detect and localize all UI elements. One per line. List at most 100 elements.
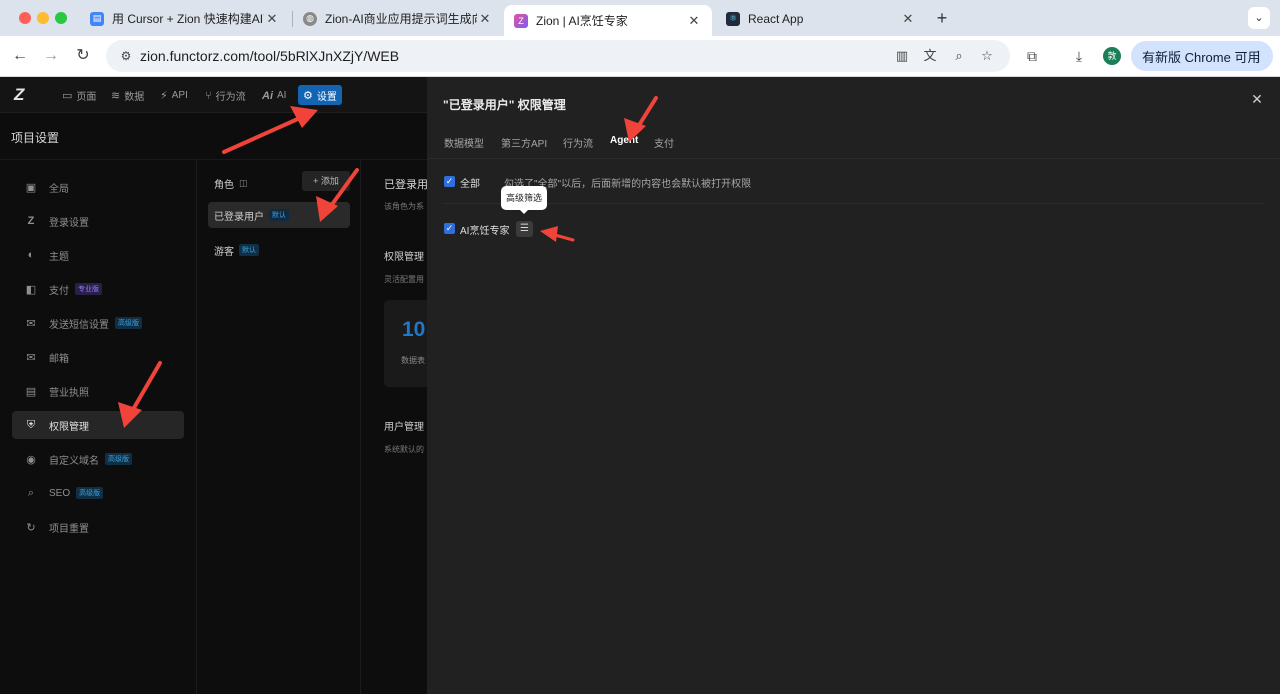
globe-icon: ◍	[303, 11, 317, 26]
stat-card[interactable]: 10 数据表	[384, 300, 427, 387]
zion-logo-icon[interactable]: Z	[14, 86, 33, 104]
browser-toolbar: ← → ↻ ⚙ zion.functorz.com/tool/5bRlXJnXZ…	[0, 36, 1280, 77]
tab-data-model[interactable]: 数据模型	[444, 135, 484, 150]
sidebar-item-login[interactable]: Z 登录设置	[12, 207, 184, 235]
extensions-icon[interactable]: ⧉	[1023, 47, 1041, 65]
reload-icon[interactable]: ↻	[73, 46, 93, 66]
back-icon[interactable]: ←	[10, 46, 30, 66]
domain-icon: ◉	[26, 453, 36, 466]
default-badge: 默认	[239, 244, 259, 256]
flow-icon: ⑂	[205, 89, 212, 102]
download-icon[interactable]: ⤓	[1070, 47, 1088, 65]
url-text[interactable]: zion.functorz.com/tool/5bRlXJnXZjY/WEB	[140, 48, 399, 64]
site-settings-icon[interactable]: ⚙	[118, 48, 134, 64]
nav-settings[interactable]: ⚙ 设置	[298, 85, 342, 105]
sidebar-item-theme[interactable]: ◐ 主题	[12, 241, 184, 269]
all-label: 全部	[460, 179, 480, 190]
window-minimize-button[interactable]	[37, 12, 49, 24]
new-tab-button[interactable]: +	[932, 8, 952, 29]
all-checkbox[interactable]: ✓	[444, 176, 455, 187]
close-icon[interactable]: ✕	[1250, 92, 1264, 106]
login-icon: Z	[27, 215, 35, 227]
more-menu-icon[interactable]: ⋮	[1252, 48, 1265, 64]
forward-icon[interactable]: →	[41, 46, 61, 66]
chrome-update-button[interactable]: 有新版 Chrome 可用 ⋮	[1131, 41, 1273, 71]
filter-icon[interactable]: ☰	[516, 221, 533, 237]
stat-value: 10	[402, 318, 426, 341]
window-close-button[interactable]	[19, 12, 31, 24]
mail-icon: ✉	[26, 351, 36, 364]
close-icon[interactable]: ✕	[900, 11, 916, 27]
sidebar-item-license[interactable]: ▤ 营业执照	[12, 377, 184, 405]
sms-icon: ✉	[26, 317, 36, 330]
permission-section-title: 权限管理	[384, 252, 424, 263]
search-icon: ⌕	[27, 486, 35, 499]
plan-badge: 高级版	[115, 317, 142, 329]
tab-payment[interactable]: 支付	[654, 135, 674, 150]
clipboard-icon[interactable]: ▥	[894, 48, 910, 64]
sidebar-item-global[interactable]: ▣ 全局	[12, 173, 184, 201]
nav-flow[interactable]: ⑂ 行为流	[205, 87, 246, 104]
list-divider	[443, 203, 1264, 204]
agent-checkbox[interactable]: ✓	[444, 223, 455, 234]
tab-agent[interactable]: Agent	[610, 135, 638, 146]
image-icon: ▣	[25, 181, 37, 194]
palette-icon: ◐	[27, 249, 35, 261]
bookmark-star-icon[interactable]: ☆	[979, 48, 995, 64]
browser-tab-bar: ▤ 用 Cursor + Zion 快速构建AI商 ✕ ◍ Zion-AI商业应…	[0, 0, 1280, 36]
sidebar-item-seo[interactable]: ⌕ SEO 高级版	[12, 479, 184, 507]
tab-search-button[interactable]: ⌄	[1248, 7, 1270, 29]
nav-api[interactable]: ⚡ API	[160, 87, 188, 104]
shield-icon: ⛨	[26, 418, 36, 431]
user-section-title: 用户管理	[384, 422, 424, 433]
role-detail-title: 已登录用	[384, 179, 427, 191]
database-icon: ≋	[111, 90, 121, 102]
zoom-icon[interactable]: ⌕	[951, 48, 967, 64]
sidebar-item-sms[interactable]: ✉ 发送短信设置 高级版	[12, 309, 184, 337]
translate-icon[interactable]: 文	[922, 48, 938, 64]
plan-badge: 高级版	[76, 487, 104, 499]
info-icon[interactable]: ◫	[239, 178, 248, 189]
payment-icon: ◧	[25, 283, 37, 296]
plan-badge: 专业版	[75, 283, 102, 295]
close-icon[interactable]: ✕	[264, 11, 280, 27]
nav-pages[interactable]: ▭ 页面	[62, 87, 96, 104]
sidebar-item-payment[interactable]: ◧ 支付 专业版	[12, 275, 184, 303]
agent-label: AI烹饪专家	[460, 226, 510, 237]
browser-tab-3[interactable]: ⚛ React App ✕	[716, 5, 926, 32]
browser-tab-0[interactable]: ▤ 用 Cursor + Zion 快速构建AI商 ✕	[80, 5, 290, 32]
roles-panel: 角色 ◫ + 添加 已登录用户 默认 游客 默认	[196, 160, 361, 694]
sidebar-item-permissions[interactable]: ⛨ 权限管理	[12, 411, 184, 439]
permission-drawer: "已登录用户" 权限管理 ✕ 数据模型 第三方API 行为流 Agent 支付 …	[427, 77, 1280, 694]
plan-badge: 高级版	[105, 453, 132, 465]
license-icon: ▤	[25, 385, 37, 398]
role-detail-desc: 该角色为系	[384, 202, 424, 211]
ai-icon: Ai	[262, 89, 273, 102]
nav-data[interactable]: ≋ 数据	[111, 87, 144, 104]
sidebar-item-email[interactable]: ✉ 邮箱	[12, 343, 184, 371]
tab-third-party-api[interactable]: 第三方API	[501, 135, 547, 150]
address-bar[interactable]: ⚙ zion.functorz.com/tool/5bRlXJnXZjY/WEB…	[106, 40, 1010, 72]
role-detail-panel: 已登录用 该角色为系 权限管理 灵活配置用 10 数据表 用户管理 系统默认的	[362, 160, 427, 694]
browser-tab-2-active[interactable]: Z Zion | AI烹饪专家 ✕	[504, 5, 712, 36]
role-item-logged-in[interactable]: 已登录用户 默认	[208, 202, 350, 228]
zion-icon: Z	[514, 13, 528, 28]
window-zoom-button[interactable]	[55, 12, 67, 24]
react-icon: ⚛	[726, 11, 740, 26]
user-section-desc: 系统默认的	[384, 445, 424, 454]
default-badge: 默认	[269, 209, 289, 221]
stat-label: 数据表	[401, 356, 425, 365]
close-icon[interactable]: ✕	[686, 13, 702, 29]
nav-ai[interactable]: Ai AI	[262, 87, 286, 104]
tab-flow[interactable]: 行为流	[563, 135, 593, 150]
add-role-button[interactable]: + 添加	[302, 171, 350, 191]
browser-tab-1[interactable]: ◍ Zion-AI商业应用提示词生成向导 ✕	[293, 5, 503, 32]
gear-icon: ⚙	[303, 89, 313, 102]
role-item-guest[interactable]: 游客 默认	[208, 237, 350, 263]
sidebar-item-domain[interactable]: ◉ 自定义域名 高级版	[12, 445, 184, 473]
filter-tooltip: 高级筛选	[501, 186, 547, 214]
reset-icon: ↻	[26, 521, 36, 534]
profile-avatar[interactable]: 敦	[1103, 47, 1121, 65]
sidebar-item-reset[interactable]: ↻ 项目重置	[12, 513, 184, 541]
close-icon[interactable]: ✕	[477, 11, 493, 27]
